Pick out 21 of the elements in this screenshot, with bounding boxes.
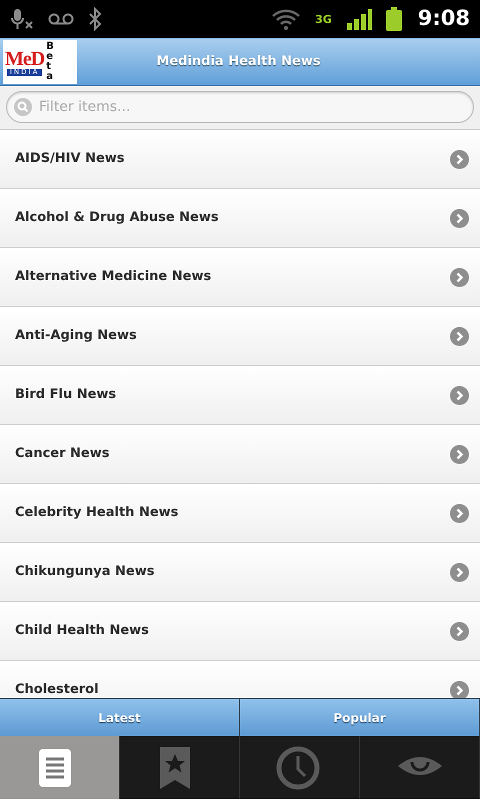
voicemail-icon: [48, 12, 74, 26]
muted-microphone-icon: [10, 8, 34, 30]
chevron-icon: [450, 444, 469, 464]
chevron-icon: [450, 208, 469, 228]
chevron-icon: [450, 326, 469, 346]
battery-icon: [386, 7, 402, 31]
page-title: Medindia Health News: [155, 53, 322, 72]
chevron-icon: [450, 504, 469, 522]
wifi-icon: [271, 7, 302, 31]
network-type-icon: 3G: [315, 14, 332, 24]
bluetooth-icon: [88, 7, 102, 31]
chevron-icon: [450, 622, 469, 640]
filter-field[interactable]: Filter items...: [6, 91, 474, 123]
chevron-icon: [450, 680, 469, 698]
tab[interactable]: [0, 736, 120, 799]
chevron-icon: [450, 150, 469, 168]
chevron-icon: [450, 268, 469, 286]
clock-time: 9:08: [418, 5, 470, 32]
signal-icon: [346, 8, 372, 30]
chevron-icon: [450, 386, 469, 404]
chevron-icon: [450, 562, 469, 582]
